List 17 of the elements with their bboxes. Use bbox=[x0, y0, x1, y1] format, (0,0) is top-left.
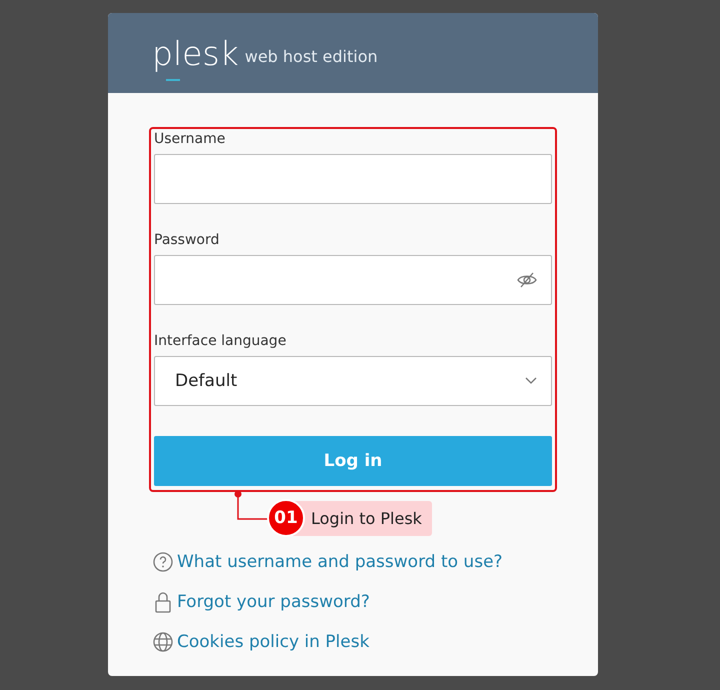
help-icon bbox=[153, 552, 173, 572]
field-label: Password bbox=[154, 232, 220, 249]
chevron-down-icon bbox=[525, 377, 537, 385]
help-link[interactable]: Cookies policy in Plesk bbox=[177, 632, 370, 652]
help-link[interactable]: Forgot your password? bbox=[177, 592, 370, 612]
hidden-eye-icon[interactable] bbox=[517, 272, 537, 288]
padlock-icon bbox=[153, 591, 173, 613]
help-link[interactable]: What username and password to use? bbox=[177, 552, 503, 572]
logo: plesk bbox=[152, 31, 239, 83]
language-select[interactable]: Default bbox=[154, 356, 552, 406]
login-button[interactable]: Log in bbox=[154, 436, 552, 486]
field-label: Username bbox=[154, 131, 226, 148]
username-field[interactable] bbox=[154, 154, 552, 204]
globe-icon bbox=[153, 632, 173, 652]
password-field[interactable] bbox=[154, 255, 552, 305]
field-label: Interface language bbox=[154, 333, 288, 350]
edition-label: web host edition bbox=[244, 46, 378, 66]
